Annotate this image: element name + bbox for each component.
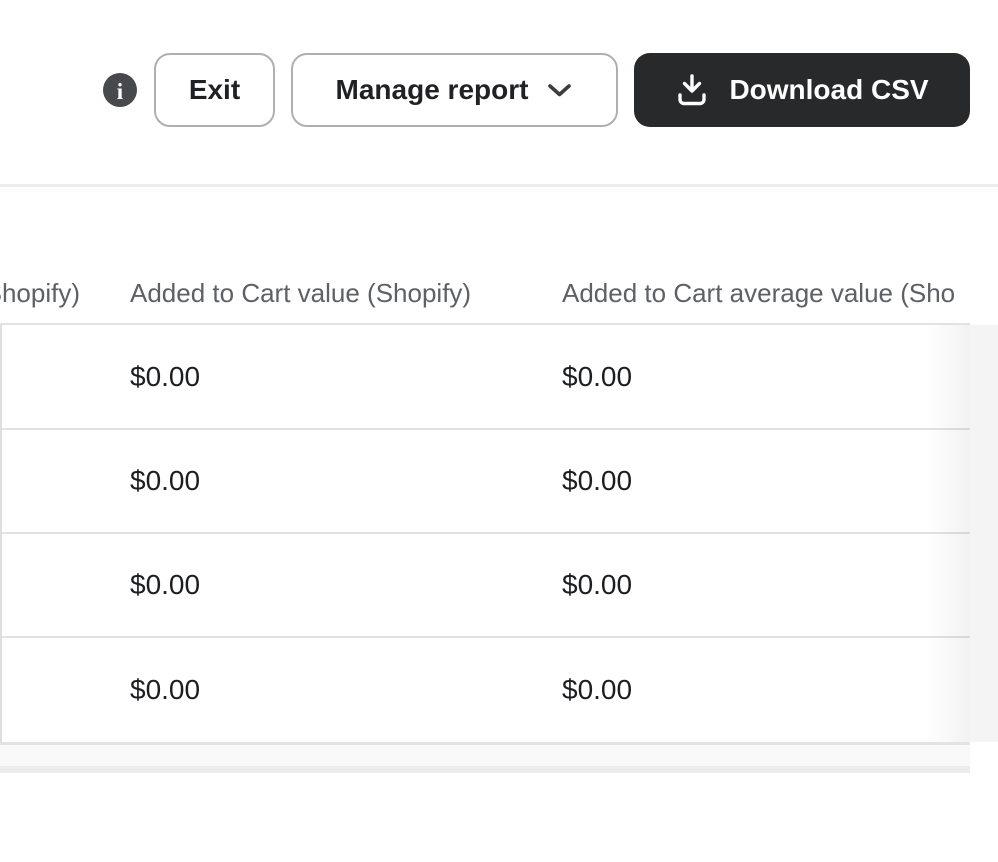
right-scroll-shadow: [926, 325, 970, 742]
download-csv-label: Download CSV: [729, 74, 928, 106]
column-header-added-to-cart[interactable]: Added to Cart (Shopify): [0, 276, 80, 310]
report-page: i Exit Manage report Download CSV Added …: [0, 0, 998, 862]
chevron-down-icon: [546, 81, 573, 99]
manage-report-label: Manage report: [336, 74, 529, 106]
vertical-scrollbar[interactable]: [970, 325, 998, 742]
cell-added-to-cart-value: $0.00: [130, 569, 200, 601]
download-csv-button[interactable]: Download CSV: [634, 53, 970, 127]
column-header-added-to-cart-value[interactable]: Added to Cart value (Shopify): [130, 276, 530, 310]
cell-added-to-cart-average-value: $0.00: [562, 569, 632, 601]
column-header-added-to-cart-average-value[interactable]: Added to Cart average value (Shopify): [562, 276, 954, 310]
cell-added-to-cart-value: $0.00: [130, 674, 200, 706]
exit-button[interactable]: Exit: [154, 53, 275, 127]
info-icon: i: [117, 80, 123, 103]
cell-added-to-cart-average-value: $0.00: [562, 361, 632, 393]
table-row: $0.00 $0.00: [0, 534, 970, 636]
cell-added-to-cart-average-value: $0.00: [562, 674, 632, 706]
toolbar-divider: [0, 184, 998, 187]
left-scroll-shadow: [0, 325, 2, 742]
cell-added-to-cart-average-value: $0.00: [562, 465, 632, 497]
column-header-added-to-cart-value-label: Added to Cart value (Shopify): [130, 278, 471, 308]
column-header-added-to-cart-average-value-label: Added to Cart average value (Shopify): [562, 278, 954, 308]
column-header-added-to-cart-label: Added to Cart (Shopify): [0, 276, 80, 310]
horizontal-scrollbar[interactable]: [0, 742, 970, 773]
table-row: $0.00 $0.00: [0, 430, 970, 532]
cell-added-to-cart-value: $0.00: [130, 465, 200, 497]
table-row: $0.00 $0.00: [0, 325, 970, 428]
info-button[interactable]: i: [103, 73, 137, 107]
exit-button-label: Exit: [189, 74, 240, 106]
cell-added-to-cart-value: $0.00: [130, 361, 200, 393]
download-icon: [675, 72, 709, 108]
table-row: $0.00 $0.00: [0, 638, 970, 742]
manage-report-button[interactable]: Manage report: [291, 53, 618, 127]
